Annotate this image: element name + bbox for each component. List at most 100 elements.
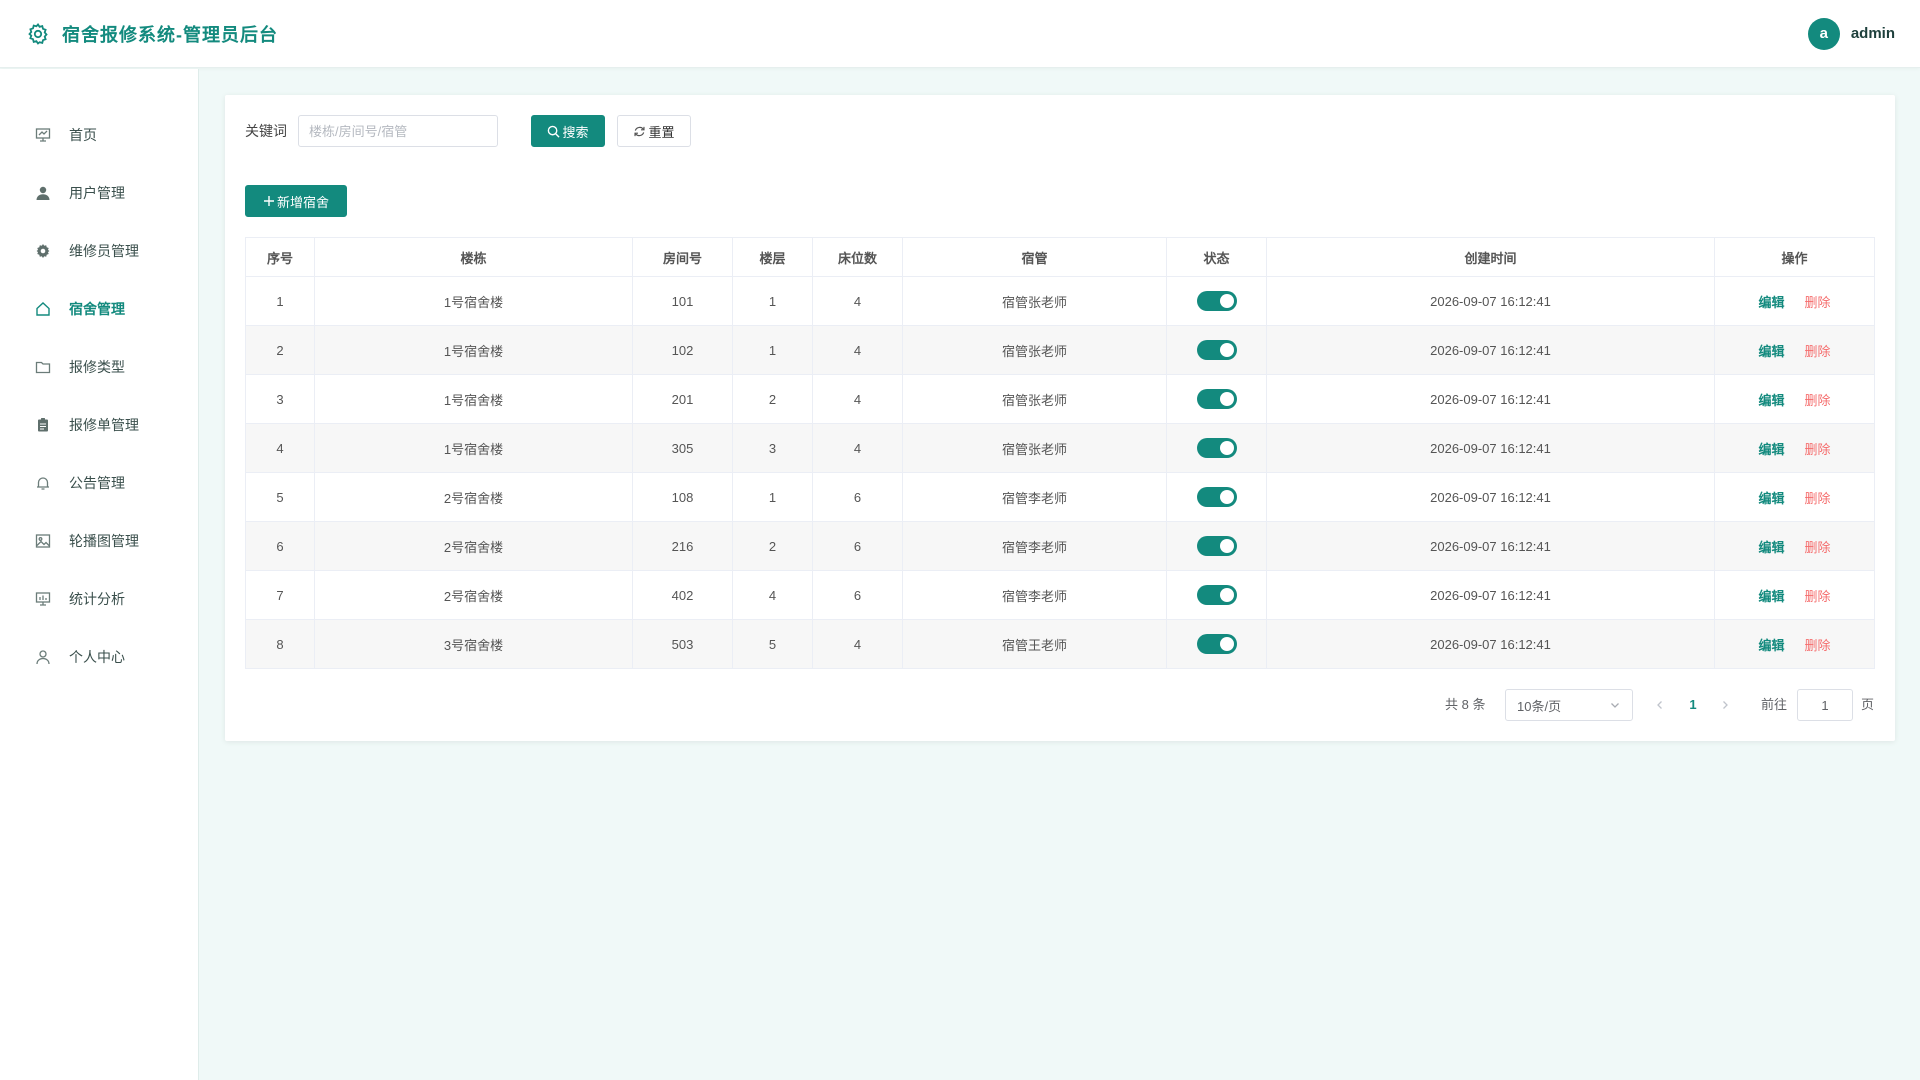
table-row: 3 1号宿舍楼 201 2 4 宿管张老师 2026-09-07 16:12:4…	[245, 374, 1875, 424]
reset-button[interactable]: 重置	[617, 115, 691, 147]
delete-button[interactable]: 删除	[1805, 491, 1831, 506]
sidebar-item-notices[interactable]: 公告管理	[0, 463, 199, 503]
sidebar-item-repair-types[interactable]: 报修类型	[0, 347, 199, 387]
cell-floor: 1	[732, 276, 813, 326]
cell-created: 2026-09-07 16:12:41	[1266, 570, 1715, 620]
status-toggle[interactable]	[1196, 585, 1237, 605]
status-toggle[interactable]	[1196, 340, 1237, 360]
cell-status	[1166, 374, 1267, 424]
sidebar-item-profile[interactable]: 个人中心	[0, 637, 199, 677]
edit-button[interactable]: 编辑	[1758, 295, 1784, 310]
sidebar-item-label: 首页	[69, 127, 97, 143]
user-menu[interactable]: a admin	[1807, 17, 1895, 50]
cell-floor: 5	[732, 619, 813, 669]
sidebar-item-label: 报修类型	[69, 359, 125, 375]
edit-button[interactable]: 编辑	[1758, 393, 1784, 408]
sidebar-item-carousel[interactable]: 轮播图管理	[0, 521, 199, 561]
table-row: 6 2号宿舍楼 216 2 6 宿管李老师 2026-09-07 16:12:4…	[245, 521, 1875, 571]
cell-created: 2026-09-07 16:12:41	[1266, 276, 1715, 326]
sidebar-item-home[interactable]: 首页	[0, 115, 199, 155]
cell-room: 201	[632, 374, 733, 424]
cell-status	[1166, 619, 1267, 669]
cell-actions: 编辑 删除	[1714, 423, 1875, 473]
username[interactable]: admin	[1851, 25, 1895, 42]
status-toggle[interactable]	[1196, 487, 1237, 507]
cell-manager: 宿管王老师	[902, 619, 1167, 669]
next-page-button[interactable]	[1715, 689, 1735, 721]
cell-actions: 编辑 删除	[1714, 374, 1875, 424]
edit-button[interactable]: 编辑	[1758, 344, 1784, 359]
cell-building: 2号宿舍楼	[314, 570, 633, 620]
avatar[interactable]: a	[1807, 17, 1840, 50]
cell-actions: 编辑 删除	[1714, 325, 1875, 375]
status-toggle[interactable]	[1196, 536, 1237, 556]
page-size-select[interactable]: 10条/页	[1505, 689, 1633, 721]
delete-button[interactable]: 删除	[1805, 638, 1831, 653]
edit-button[interactable]: 编辑	[1758, 491, 1784, 506]
cell-manager: 宿管李老师	[902, 472, 1167, 522]
edit-button[interactable]: 编辑	[1758, 589, 1784, 604]
column-header: 状态	[1166, 237, 1267, 277]
reset-button-label: 重置	[648, 124, 675, 140]
table-row: 1 1号宿舍楼 101 1 4 宿管张老师 2026-09-07 16:12:4…	[245, 276, 1875, 326]
cell-manager: 宿管张老师	[902, 276, 1167, 326]
column-header: 床位数	[812, 237, 903, 277]
cell-beds: 4	[812, 276, 903, 326]
delete-button[interactable]: 删除	[1805, 540, 1831, 555]
cell-beds: 4	[812, 325, 903, 375]
app-title: 宿舍报修系统-管理员后台	[62, 24, 278, 45]
cell-floor: 1	[732, 472, 813, 522]
delete-button[interactable]: 删除	[1805, 344, 1831, 359]
sidebar-item-users[interactable]: 用户管理	[0, 173, 199, 213]
sidebar-item-repairmen[interactable]: 维修员管理	[0, 231, 199, 271]
cell-beds: 4	[812, 423, 903, 473]
cell-beds: 6	[812, 521, 903, 571]
cell-floor: 2	[732, 521, 813, 571]
search-bar: 关键词	[245, 115, 498, 147]
cell-beds: 6	[812, 472, 903, 522]
delete-button[interactable]: 删除	[1805, 442, 1831, 457]
table-row: 5 2号宿舍楼 108 1 6 宿管李老师 2026-09-07 16:12:4…	[245, 472, 1875, 522]
sidebar-item-dorms[interactable]: 宿舍管理	[0, 289, 199, 329]
cell-created: 2026-09-07 16:12:41	[1266, 325, 1715, 375]
search-button[interactable]: 搜索	[531, 115, 605, 147]
status-toggle[interactable]	[1196, 438, 1237, 458]
cell-status	[1166, 472, 1267, 522]
prev-page-button[interactable]	[1650, 689, 1670, 721]
cell-status	[1166, 570, 1267, 620]
bell-icon	[34, 474, 52, 492]
cell-manager: 宿管李老师	[902, 521, 1167, 571]
user-outline-icon	[34, 648, 52, 666]
sidebar-item-statistics[interactable]: 统计分析	[0, 579, 199, 619]
cell-actions: 编辑 删除	[1714, 619, 1875, 669]
search-icon	[548, 125, 561, 138]
sidebar-item-repair-orders[interactable]: 报修单管理	[0, 405, 199, 445]
column-header: 序号	[245, 237, 315, 277]
cell-actions: 编辑 删除	[1714, 521, 1875, 571]
cell-building: 1号宿舍楼	[314, 325, 633, 375]
edit-button[interactable]: 编辑	[1758, 442, 1784, 457]
status-toggle[interactable]	[1196, 291, 1237, 311]
cell-created: 2026-09-07 16:12:41	[1266, 374, 1715, 424]
delete-button[interactable]: 删除	[1805, 295, 1831, 310]
sidebar-item-label: 维修员管理	[69, 243, 139, 259]
column-header: 楼层	[732, 237, 813, 277]
delete-button[interactable]: 删除	[1805, 589, 1831, 604]
status-toggle[interactable]	[1196, 389, 1237, 409]
status-toggle[interactable]	[1196, 634, 1237, 654]
cell-index: 4	[245, 423, 315, 473]
sidebar-item-label: 用户管理	[69, 185, 125, 201]
sidebar-item-label: 个人中心	[69, 649, 125, 665]
add-dorm-button[interactable]: 新增宿舍	[245, 185, 347, 217]
page-number-current[interactable]: 1	[1683, 689, 1703, 721]
chart-board-icon	[34, 590, 52, 608]
goto-page-input[interactable]	[1797, 689, 1853, 721]
edit-button[interactable]: 编辑	[1758, 540, 1784, 555]
cell-index: 8	[245, 619, 315, 669]
cell-building: 1号宿舍楼	[314, 276, 633, 326]
keyword-input[interactable]	[298, 115, 498, 147]
delete-button[interactable]: 删除	[1805, 393, 1831, 408]
edit-button[interactable]: 编辑	[1758, 638, 1784, 653]
search-button-label: 搜索	[562, 124, 589, 140]
pagination-total: 共 8 条	[1445, 697, 1486, 712]
